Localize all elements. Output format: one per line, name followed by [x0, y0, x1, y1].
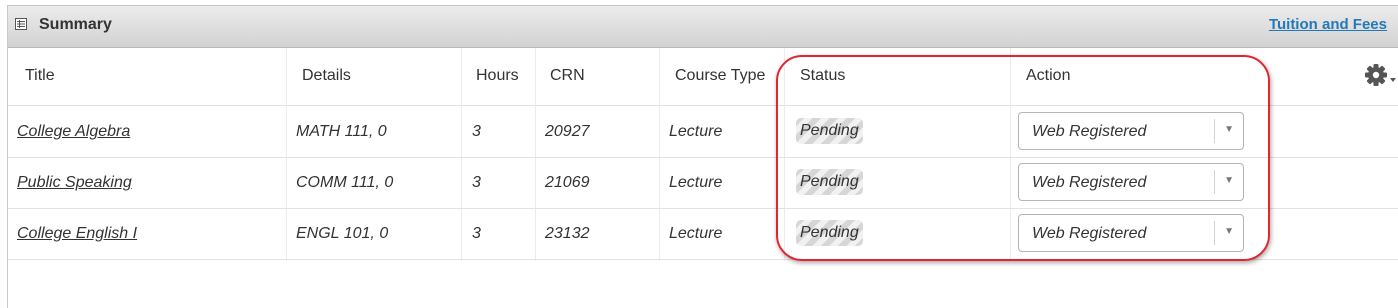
column-header-action[interactable]: Action [1026, 67, 1070, 85]
action-select[interactable]: Web Registered ▼ [1018, 112, 1244, 150]
column-header-hours[interactable]: Hours [476, 67, 519, 85]
course-type: Lecture [669, 174, 723, 191]
gear-icon[interactable] [1364, 63, 1398, 89]
course-hours: 3 [472, 174, 481, 191]
course-crn: 20927 [545, 123, 590, 140]
column-header-crn[interactable]: CRN [550, 67, 585, 85]
status-badge: Pending [796, 220, 863, 246]
course-details: ENGL 101, 0 [296, 225, 389, 242]
status-badge: Pending [796, 169, 863, 195]
action-select-value: Web Registered [1032, 225, 1147, 242]
chevron-down-icon: ▼ [1224, 124, 1234, 135]
chevron-down-icon: ▼ [1224, 226, 1234, 237]
panel-header: Summary Tuition and Fees [8, 6, 1398, 48]
table-header-row: Title Details Hours CRN Course Type Stat… [8, 48, 1398, 106]
column-header-details[interactable]: Details [302, 67, 351, 85]
table-row: College Algebra MATH 111, 0 3 20927 Lect… [8, 107, 1398, 158]
select-divider [1214, 119, 1215, 143]
course-crn: 21069 [545, 174, 590, 191]
summary-panel: Summary Tuition and Fees Title Details H… [7, 5, 1398, 308]
course-details: COMM 111, 0 [296, 174, 394, 191]
status-badge: Pending [796, 118, 863, 144]
course-title-link[interactable]: College Algebra [17, 123, 130, 141]
table-row: College English I ENGL 101, 0 3 23132 Le… [8, 209, 1398, 260]
select-divider [1214, 170, 1215, 194]
panel-title: Summary [39, 16, 112, 33]
course-hours: 3 [472, 123, 481, 140]
chevron-down-icon: ▼ [1224, 175, 1234, 186]
action-select[interactable]: Web Registered ▼ [1018, 163, 1244, 201]
tuition-and-fees-link[interactable]: Tuition and Fees [1269, 16, 1387, 33]
course-crn: 23132 [545, 225, 590, 242]
course-details: MATH 111, 0 [296, 123, 387, 140]
action-select-value: Web Registered [1032, 123, 1147, 140]
column-header-title[interactable]: Title [25, 67, 55, 85]
column-header-status[interactable]: Status [800, 67, 845, 85]
course-type: Lecture [669, 123, 723, 140]
action-select[interactable]: Web Registered ▼ [1018, 214, 1244, 252]
table-row: Public Speaking COMM 111, 0 3 21069 Lect… [8, 158, 1398, 209]
column-header-course-type[interactable]: Course Type [675, 67, 765, 85]
course-hours: 3 [472, 225, 481, 242]
action-select-value: Web Registered [1032, 174, 1147, 191]
table-list-icon [15, 18, 27, 30]
course-title-link[interactable]: Public Speaking [17, 174, 132, 192]
course-title-link[interactable]: College English I [17, 225, 137, 243]
course-type: Lecture [669, 225, 723, 242]
select-divider [1214, 221, 1215, 245]
